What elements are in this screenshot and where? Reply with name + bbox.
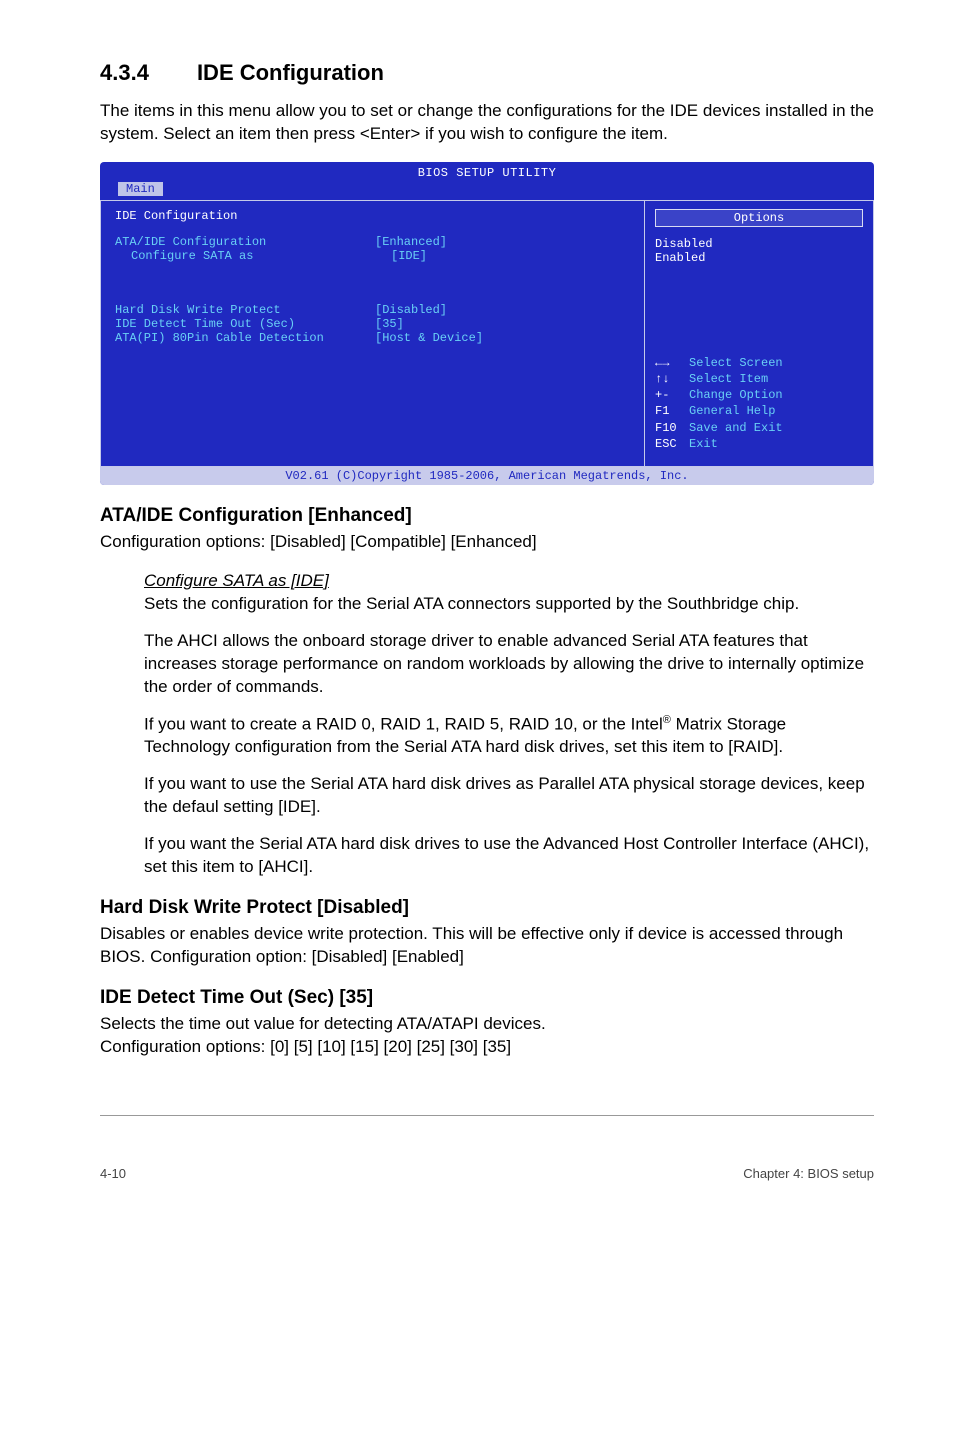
configure-sata-p3: If you want to create a RAID 0, RAID 1, … [144, 713, 874, 760]
chapter-label: Chapter 4: BIOS setup [743, 1166, 874, 1181]
bios-left-pane: IDE Configuration ATA/IDE Configuration[… [100, 200, 644, 467]
bios-footer: V02.61 (C)Copyright 1985-2006, American … [100, 467, 874, 485]
bios-options-box: Options [655, 209, 863, 227]
configure-sata-p2: The AHCI allows the onboard storage driv… [144, 630, 874, 699]
nav-sym: ESC [655, 436, 689, 452]
section-heading: 4.3.4 IDE Configuration [100, 60, 874, 86]
bios-row-val: [Host & Device] [375, 331, 483, 345]
page-footer: 4-10 Chapter 4: BIOS setup [0, 1116, 954, 1205]
ide-detect-body: Selects the time out value for detecting… [100, 1013, 874, 1059]
bios-title: BIOS SETUP UTILITY [100, 162, 874, 180]
bios-row-val: [Disabled] [375, 303, 447, 317]
bios-row-key: Hard Disk Write Protect [115, 303, 375, 317]
ide-detect-l1: Selects the time out value for detecting… [100, 1014, 546, 1033]
configure-sata-p1: Sets the configuration for the Serial AT… [144, 594, 799, 613]
configure-sata-p4: If you want to use the Serial ATA hard d… [144, 773, 874, 819]
configure-sata-block: Configure SATA as [IDE] Sets the configu… [100, 570, 874, 879]
nav-sym: F1 [655, 403, 689, 419]
nav-sym: +- [655, 387, 689, 403]
bios-tab-main: Main [118, 182, 163, 196]
bios-row-val: [Enhanced] [375, 235, 447, 249]
bios-row-key: ATA(PI) 80Pin Cable Detection [115, 331, 375, 345]
bios-right-pane: Options Disabled Enabled ←→Select Screen… [644, 200, 874, 467]
registered-mark: ® [663, 714, 671, 726]
bios-nav-help: ←→Select Screen ↑↓Select Item +-Change O… [655, 355, 863, 452]
ide-detect-heading: IDE Detect Time Out (Sec) [35] [100, 987, 874, 1009]
page-number: 4-10 [100, 1166, 126, 1181]
bios-tab-row: Main [100, 180, 874, 200]
bios-left-header: IDE Configuration [115, 209, 630, 223]
bios-row-val: [IDE] [391, 249, 427, 263]
nav-label: Select Item [689, 372, 768, 386]
nav-label: Exit [689, 437, 718, 451]
bios-screenshot: BIOS SETUP UTILITY Main IDE Configuratio… [100, 162, 874, 485]
nav-label: Save and Exit [689, 421, 783, 435]
section-title: IDE Configuration [197, 60, 384, 85]
bios-option: Enabled [655, 251, 863, 265]
bios-row-key: ATA/IDE Configuration [115, 235, 375, 249]
bios-row-key: Configure SATA as [115, 249, 391, 263]
intro-paragraph: The items in this menu allow you to set … [100, 100, 874, 146]
bios-row-val: [35] [375, 317, 404, 331]
nav-label: General Help [689, 404, 775, 418]
ide-detect-l2: Configuration options: [0] [5] [10] [15]… [100, 1037, 511, 1056]
bios-row-key: IDE Detect Time Out (Sec) [115, 317, 375, 331]
configure-sata-p5: If you want the Serial ATA hard disk dri… [144, 833, 874, 879]
section-number: 4.3.4 [100, 60, 149, 85]
hdwp-body: Disables or enables device write protect… [100, 923, 874, 969]
nav-sym: ←→ [655, 355, 689, 371]
p3a: If you want to create a RAID 0, RAID 1, … [144, 714, 663, 733]
ata-ide-heading: ATA/IDE Configuration [Enhanced] [100, 505, 874, 527]
nav-label: Change Option [689, 388, 783, 402]
configure-sata-heading: Configure SATA as [IDE] [144, 571, 329, 590]
nav-label: Select Screen [689, 356, 783, 370]
nav-sym: ↑↓ [655, 371, 689, 387]
nav-sym: F10 [655, 420, 689, 436]
hdwp-heading: Hard Disk Write Protect [Disabled] [100, 897, 874, 919]
bios-option: Disabled [655, 237, 863, 251]
ata-ide-options: Configuration options: [Disabled] [Compa… [100, 531, 874, 554]
